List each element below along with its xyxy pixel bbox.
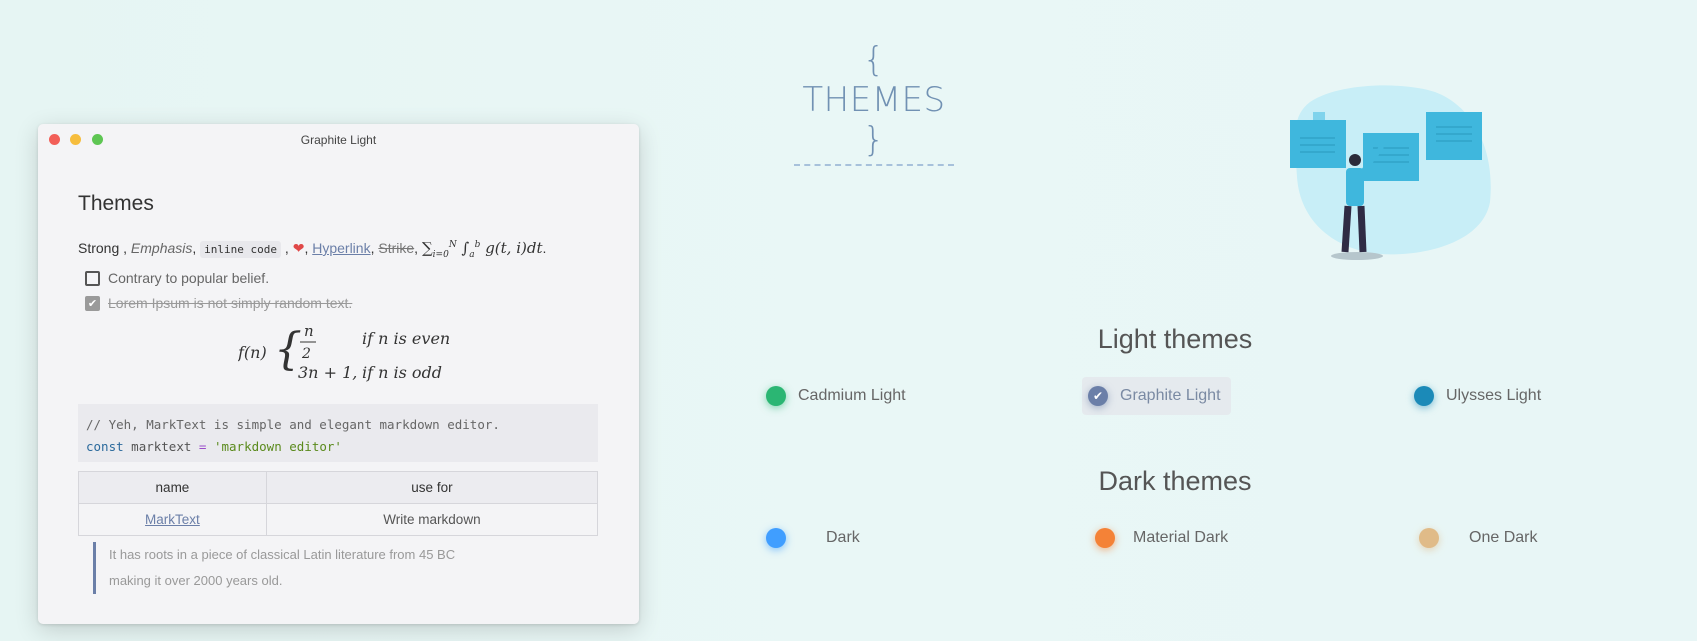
blockquote-line: making it over 2000 years old. bbox=[109, 573, 283, 588]
theme-option-ulysses-light[interactable]: Ulysses Light bbox=[1408, 377, 1551, 415]
code-operator: = bbox=[198, 439, 207, 454]
themes-illustration bbox=[1290, 85, 1491, 260]
document-table: name use for MarkText Write markdown bbox=[78, 471, 599, 536]
window-titlebar: Graphite Light bbox=[38, 124, 639, 156]
theme-swatch bbox=[1419, 528, 1439, 548]
strike-text: Strike bbox=[378, 240, 415, 256]
task-checkbox[interactable] bbox=[85, 270, 100, 286]
theme-label: Ulysses Light bbox=[1446, 387, 1542, 404]
heart-icon: ❤ bbox=[292, 240, 305, 256]
code-line: const marktext = 'markdown editor' bbox=[86, 436, 590, 458]
emphasis-text: Emphasis bbox=[130, 240, 193, 256]
window-title: Graphite Light bbox=[300, 133, 377, 147]
theme-label: One Dark bbox=[1469, 529, 1538, 546]
hyperlink[interactable]: Hyperlink bbox=[312, 240, 370, 256]
code-identifier: marktext bbox=[131, 439, 192, 454]
code-string: 'markdown editor' bbox=[213, 439, 342, 454]
table-cell: Write markdown bbox=[265, 503, 599, 536]
math-case2-cond: if n is odd bbox=[362, 363, 442, 382]
document-heading: Themes bbox=[78, 192, 154, 215]
inline-code: inline code bbox=[200, 241, 282, 258]
check-icon: ✔ bbox=[1088, 386, 1108, 406]
table-row: MarkText Write markdown bbox=[78, 503, 599, 536]
math-lhs: f(n) bbox=[238, 343, 267, 362]
strong-text: Strong bbox=[78, 240, 120, 256]
blockquote: It has roots in a piece of classical Lat… bbox=[93, 542, 455, 594]
math-n: n bbox=[304, 322, 314, 340]
task-list-item: Contrary to popular belief. bbox=[85, 270, 269, 286]
math-denominator: 2 bbox=[301, 346, 311, 362]
theme-option-dark[interactable]: Dark bbox=[760, 519, 870, 557]
theme-label: Cadmium Light bbox=[798, 387, 906, 404]
math-block: f(n) { n 2 if n is even 3n + 1, if n is … bbox=[237, 314, 478, 384]
theme-preview-window: Graphite Light Themes Strong , Emphasis,… bbox=[38, 124, 639, 624]
separator: , bbox=[123, 240, 128, 256]
table-link[interactable]: MarkText bbox=[145, 512, 200, 527]
theme-label: Material Dark bbox=[1133, 529, 1229, 546]
code-block: // Yeh, MarkText is simple and elegant m… bbox=[78, 404, 598, 462]
table-cell: MarkText bbox=[78, 503, 267, 536]
theme-option-one-dark[interactable]: One Dark bbox=[1413, 519, 1547, 557]
theme-swatch bbox=[1414, 386, 1434, 406]
table-header: name bbox=[78, 471, 267, 504]
code-keyword: const bbox=[86, 439, 124, 454]
dark-themes-title: Dark themes bbox=[1098, 466, 1252, 496]
inline-formatting-line: Strong , Emphasis, inline code , ❤, Hype… bbox=[78, 239, 547, 260]
theme-option-cadmium-light[interactable]: Cadmium Light bbox=[760, 377, 916, 415]
inline-math: ∑i=0N ∫ab g(t, i)dt bbox=[421, 239, 543, 260]
task-label: Lorem Ipsum is not simply random text. bbox=[108, 295, 353, 311]
table-header: use for bbox=[265, 471, 599, 504]
math-case2-expr: 3n + 1, bbox=[298, 363, 357, 382]
blockquote-line: It has roots in a piece of classical Lat… bbox=[109, 547, 456, 562]
light-themes-title: Light themes bbox=[1097, 324, 1253, 354]
theme-swatch bbox=[1095, 528, 1115, 548]
theme-option-graphite-light[interactable]: ✔ Graphite Light bbox=[1082, 377, 1231, 415]
theme-swatch bbox=[766, 386, 786, 406]
code-comment: // Yeh, MarkText is simple and elegant m… bbox=[86, 417, 500, 432]
theme-swatch bbox=[766, 528, 786, 548]
theme-option-material-dark[interactable]: Material Dark bbox=[1089, 519, 1238, 557]
task-list-item: ✔ Lorem Ipsum is not simply random text. bbox=[85, 295, 352, 311]
theme-label: Graphite Light bbox=[1120, 387, 1221, 404]
task-checkbox-checked[interactable]: ✔ bbox=[85, 295, 100, 311]
math-case1-cond: if n is even bbox=[362, 329, 450, 348]
theme-label: Dark bbox=[826, 529, 860, 546]
task-label: Contrary to popular belief. bbox=[108, 270, 270, 286]
page-heading: { THEMES } bbox=[794, 40, 954, 166]
